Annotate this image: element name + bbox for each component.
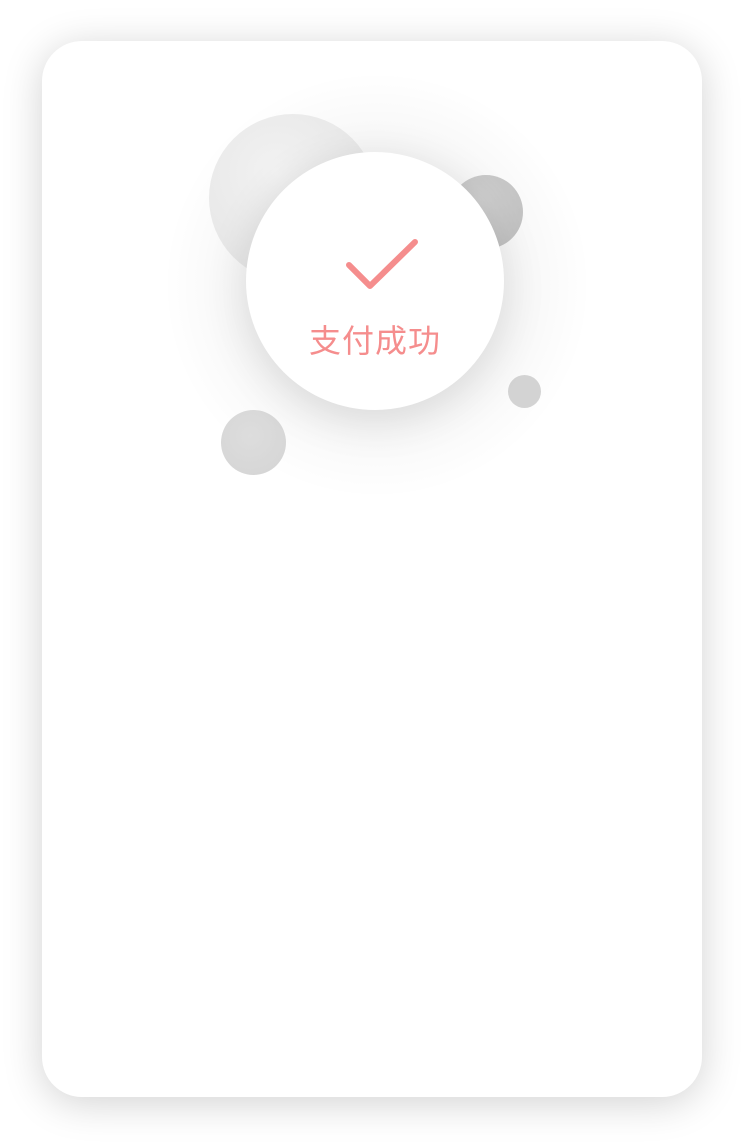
success-badge: 支付成功: [246, 152, 504, 410]
payment-result-card: 支付成功: [42, 41, 702, 1097]
decorative-bubble-bottom: [221, 410, 286, 475]
checkmark-icon: [346, 239, 418, 289]
decorative-bubble-small: [508, 375, 541, 408]
payment-success-text: 支付成功: [308, 322, 441, 360]
